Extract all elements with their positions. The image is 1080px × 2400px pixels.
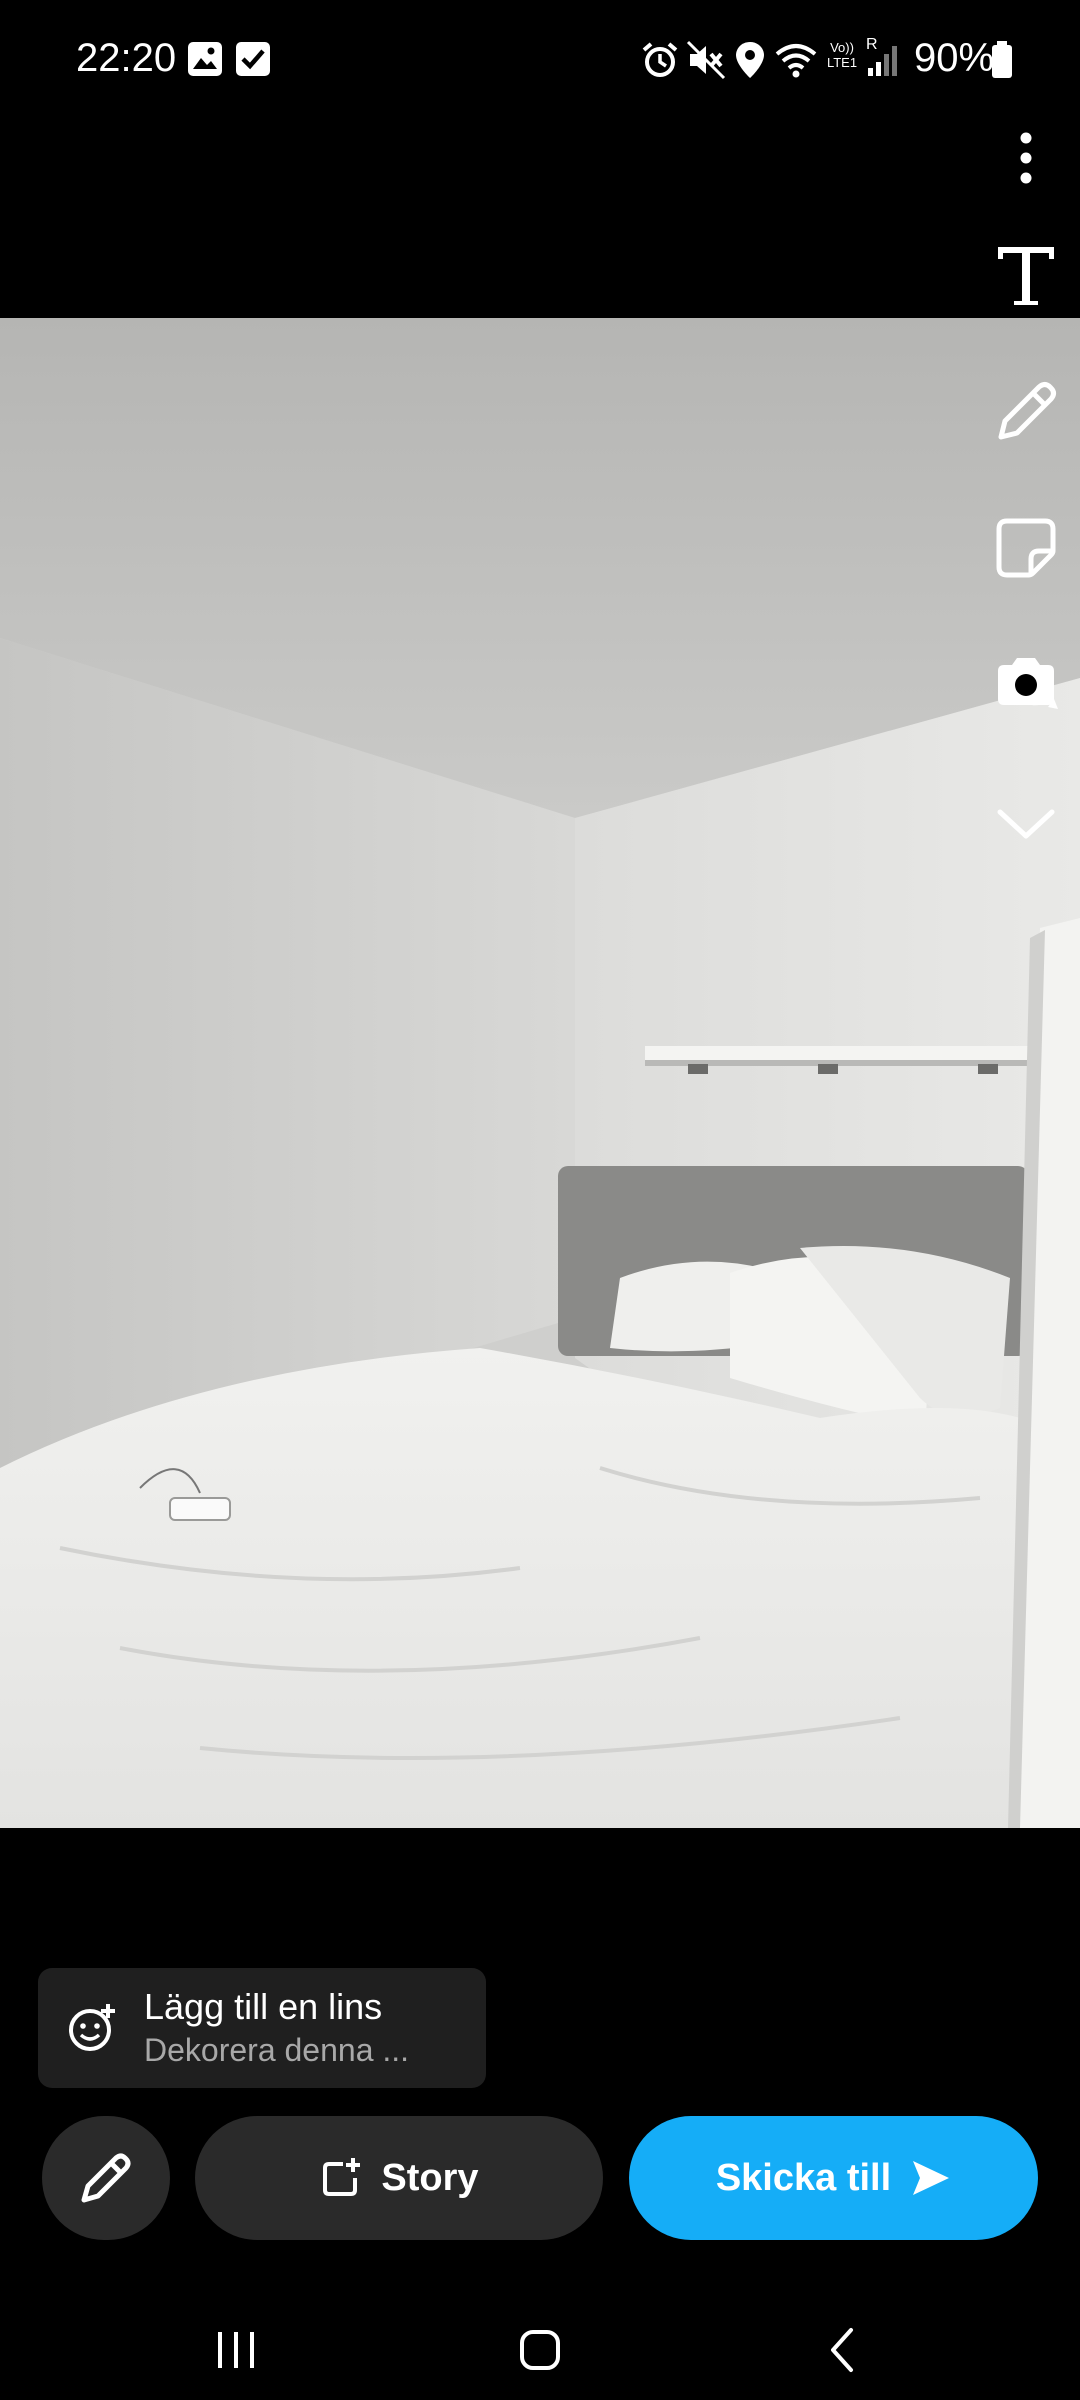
signal-icon	[868, 46, 897, 76]
lens-subtitle: Dekorera denna ...	[144, 2032, 410, 2068]
captured-photo	[0, 318, 1080, 1828]
draw-tool-button[interactable]	[986, 372, 1066, 452]
send-arrow-icon	[913, 2161, 950, 2195]
add-lens-chip[interactable]: Lägg till en lins Dekorera denna ...	[38, 1968, 486, 2088]
story-button[interactable]: Story	[195, 2116, 603, 2240]
network-indicator: Vo)) LTE1	[822, 40, 862, 80]
home-button[interactable]	[480, 2310, 600, 2390]
status-bar: 22:20 Vo)) LTE1 R 90%	[0, 0, 1080, 120]
camera-flip-button[interactable]	[986, 644, 1066, 724]
send-to-button[interactable]: Skicka till	[629, 2116, 1038, 2240]
back-icon	[831, 2328, 853, 2372]
system-navigation-bar	[0, 2290, 1080, 2400]
wifi-icon	[775, 44, 817, 78]
camera-flip-icon	[998, 658, 1058, 709]
send-to-label: Skicka till	[715, 2156, 892, 2199]
home-icon	[520, 2330, 560, 2370]
status-time: 22:20	[76, 36, 177, 80]
sticker-tool-button[interactable]	[986, 508, 1066, 588]
text-tool-button[interactable]	[986, 236, 1066, 316]
checkbox-icon	[236, 42, 270, 76]
battery-icon	[992, 41, 1012, 78]
add-story-icon	[323, 2158, 361, 2196]
image-icon	[188, 42, 222, 76]
alarm-icon	[642, 42, 678, 77]
mute-icon	[686, 40, 726, 80]
network-label: LTE1	[826, 55, 858, 70]
smiley-plus-icon	[69, 2004, 115, 2051]
story-label: Story	[381, 2156, 479, 2199]
expand-tools-button[interactable]	[986, 784, 1066, 864]
draw-tool-icon	[998, 382, 1056, 440]
expand-chevron-icon	[997, 809, 1055, 839]
pencil-icon	[81, 2153, 131, 2203]
recent-apps-button[interactable]	[176, 2310, 296, 2390]
volte-label: Vo))	[830, 40, 854, 55]
location-icon	[736, 42, 764, 78]
back-button[interactable]	[782, 2310, 902, 2390]
more-options-button[interactable]	[986, 118, 1066, 198]
more-options-icon	[1020, 132, 1032, 184]
text-tool-icon	[996, 245, 1056, 307]
recent-apps-icon	[218, 2332, 254, 2368]
sticker-tool-icon	[996, 518, 1056, 578]
lens-title: Lägg till en lins	[144, 1986, 383, 2027]
battery-percentage: 90%	[914, 36, 995, 80]
edit-button[interactable]	[42, 2116, 170, 2240]
